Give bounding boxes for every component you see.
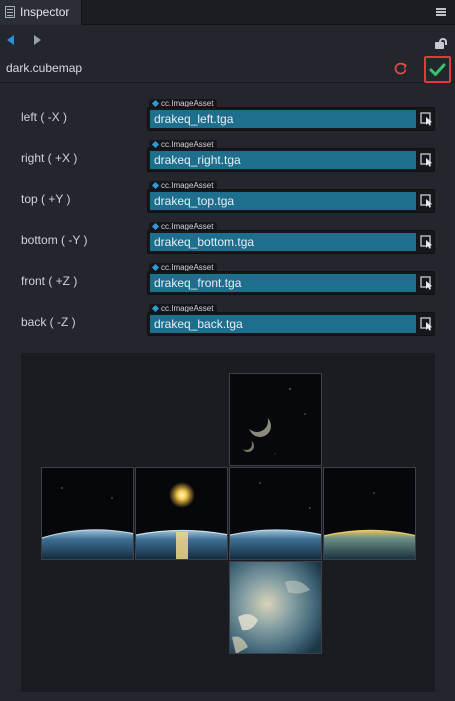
asset-field-value[interactable]: drakeq_top.tga (150, 192, 416, 210)
prop-label: back ( -Z ) (21, 315, 76, 329)
panel-tab-bar: Inspector (0, 0, 455, 25)
history-nav (0, 26, 455, 54)
tab-title: Inspector (20, 5, 70, 19)
asset-field-right[interactable]: cc.ImageAsset drakeq_right.tga (147, 140, 435, 173)
asset-field-box[interactable]: drakeq_right.tga (147, 148, 435, 172)
asset-field-left[interactable]: cc.ImageAsset drakeq_left.tga (147, 99, 435, 132)
prop-row-bottom: bottom ( -Y ) cc.ImageAsset drakeq_botto… (0, 222, 455, 256)
asset-name: dark.cubemap (6, 61, 83, 75)
forward-arrow-icon[interactable] (34, 35, 41, 45)
asset-pick-icon[interactable] (420, 276, 433, 290)
prop-row-back: back ( -Z ) cc.ImageAsset drakeq_back.tg… (0, 304, 455, 338)
unlock-icon[interactable] (435, 38, 447, 49)
inspector-icon (5, 6, 15, 18)
cubemap-face-left (41, 467, 134, 560)
prop-row-right: right ( +X ) cc.ImageAsset drakeq_right.… (0, 140, 455, 174)
cubemap-face-back (323, 467, 416, 560)
asset-field-back[interactable]: cc.ImageAsset drakeq_back.tga (147, 304, 435, 337)
asset-field-box[interactable]: drakeq_left.tga (147, 107, 435, 131)
panel-menu-icon[interactable] (436, 7, 446, 17)
asset-pick-icon[interactable] (420, 153, 433, 167)
asset-field-value[interactable]: drakeq_bottom.tga (150, 233, 416, 251)
asset-field-front[interactable]: cc.ImageAsset drakeq_front.tga (147, 263, 435, 296)
asset-field-value[interactable]: drakeq_front.tga (150, 274, 416, 292)
prop-label: top ( +Y ) (21, 192, 71, 206)
apply-button[interactable] (424, 56, 451, 83)
asset-header: dark.cubemap (0, 54, 455, 83)
cubemap-face-bottom (229, 561, 322, 654)
prop-row-left: left ( -X ) cc.ImageAsset drakeq_left.tg… (0, 99, 455, 133)
asset-field-box[interactable]: drakeq_top.tga (147, 189, 435, 213)
cubemap-face-top (229, 373, 322, 466)
cubemap-preview (21, 353, 435, 692)
asset-field-bottom[interactable]: cc.ImageAsset drakeq_bottom.tga (147, 222, 435, 255)
asset-pick-icon[interactable] (420, 194, 433, 208)
prop-row-front: front ( +Z ) cc.ImageAsset drakeq_front.… (0, 263, 455, 297)
asset-pick-icon[interactable] (420, 112, 433, 126)
cubemap-face-right (229, 467, 322, 560)
cubemap-face-front (135, 467, 228, 560)
prop-label: right ( +X ) (21, 151, 78, 165)
prop-row-top: top ( +Y ) cc.ImageAsset drakeq_top.tga (0, 181, 455, 215)
asset-field-value[interactable]: drakeq_right.tga (150, 151, 416, 169)
revert-icon[interactable] (393, 61, 408, 76)
asset-field-box[interactable]: drakeq_front.tga (147, 271, 435, 295)
back-arrow-icon[interactable] (7, 35, 14, 45)
asset-field-top[interactable]: cc.ImageAsset drakeq_top.tga (147, 181, 435, 214)
asset-field-box[interactable]: drakeq_bottom.tga (147, 230, 435, 254)
asset-field-box[interactable]: drakeq_back.tga (147, 312, 435, 336)
asset-pick-icon[interactable] (420, 235, 433, 249)
prop-label: bottom ( -Y ) (21, 233, 88, 247)
tab-inspector[interactable]: Inspector (0, 0, 82, 25)
asset-field-value[interactable]: drakeq_left.tga (150, 110, 416, 128)
checkmark-icon (429, 63, 446, 76)
prop-label: front ( +Z ) (21, 274, 78, 288)
prop-label: left ( -X ) (21, 110, 68, 124)
asset-pick-icon[interactable] (420, 317, 433, 331)
asset-field-value[interactable]: drakeq_back.tga (150, 315, 416, 333)
